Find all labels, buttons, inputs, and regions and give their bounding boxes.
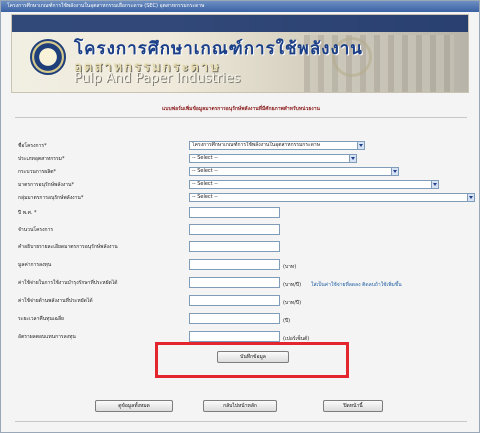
investment-unit: (บาท) (283, 264, 297, 270)
view-all-button[interactable]: ดูข้อมูลทั้งหมด (95, 400, 173, 412)
save-button[interactable]: บันทึกข้อมูล (217, 351, 289, 363)
roi-input[interactable] (189, 331, 280, 342)
energy-saving-input[interactable] (189, 295, 280, 306)
maintenance-saving-note: ใส่เป็นค่าใช้จ่ายที่ลดลง ติดลบถ้าใช้เพิ่… (311, 282, 402, 288)
measure-select[interactable]: -- Select -- (189, 180, 439, 189)
payback-label: ระยะเวลาคืนทุนเฉลี่ย (18, 316, 64, 322)
entry-form: ชื่อโครงการ* โครงการศึกษาเกณฑ์การใช้พลัง… (1, 1, 480, 433)
measure-group-select[interactable]: -- Select -- (189, 193, 475, 202)
production-process-label: กระบวนการผลิต* (18, 169, 57, 175)
measure-value: -- Select -- (192, 181, 218, 187)
chevron-down-icon[interactable] (467, 194, 474, 201)
chevron-down-icon[interactable] (431, 181, 438, 188)
project-count-input[interactable] (189, 224, 280, 235)
chevron-down-icon[interactable] (349, 155, 356, 162)
maintenance-saving-label: ค่าใช้จ่ายในการใช้งานบำรุงรักษาที่ประหยั… (18, 280, 118, 286)
production-process-value: -- Select -- (192, 168, 218, 174)
close-page-button[interactable]: ปิดหน้านี้ (323, 400, 383, 412)
energy-saving-unit: (บาท/ปี) (283, 300, 302, 306)
browser-window: โครงการศึกษาเกณฑ์การใช้พลังงานในอุตสาหกร… (0, 0, 480, 433)
payback-input[interactable] (189, 313, 280, 324)
chevron-down-icon[interactable] (357, 142, 364, 149)
energy-saving-label: ค่าใช้จ่ายด้านพลังงานที่ประหยัดได้ (18, 298, 93, 304)
project-name-value: โครงการศึกษาเกณฑ์การใช้พลังงานในอุตสาหกร… (192, 142, 321, 148)
measure-group-value: -- Select -- (192, 194, 218, 200)
measure-group-label: กลุ่มมาตรการอนุรักษ์พลังงาน* (18, 195, 84, 201)
measure-label: มาตรการอนุรักษ์พลังงาน* (18, 182, 74, 188)
investment-label: มูลค่าการลงทุน (18, 262, 52, 268)
maintenance-saving-input[interactable] (189, 277, 280, 288)
chevron-down-icon[interactable] (391, 168, 398, 175)
maintenance-saving-unit: (บาท/ปี) (283, 282, 302, 288)
roi-label: อัตราผลตอบแทนการลงทุน (18, 334, 76, 340)
project-name-select[interactable]: โครงการศึกษาเกณฑ์การใช้พลังงานในอุตสาหกร… (189, 141, 365, 150)
payback-unit: (ปี) (283, 318, 291, 324)
investment-input[interactable] (189, 259, 280, 270)
industry-type-label: ประเภทอุตสาหกรรม* (18, 156, 65, 162)
description-input[interactable] (189, 241, 280, 252)
back-home-button[interactable]: กลับไปหน้าหลัก (203, 400, 277, 412)
description-label: คำอธิบายรายละเอียดมาตรการอนุรักษ์พลังงาน (18, 244, 118, 250)
project-count-label: จำนวนโครงการ (18, 227, 54, 233)
footer-divider (15, 421, 467, 422)
industry-type-select[interactable]: -- Select -- (189, 154, 357, 163)
industry-type-value: -- Select -- (192, 155, 218, 161)
project-name-label: ชื่อโครงการ* (18, 143, 47, 149)
production-process-select[interactable]: -- Select -- (189, 167, 399, 176)
year-label: ปี พ.ศ. * (18, 210, 37, 216)
year-input[interactable] (189, 207, 280, 218)
